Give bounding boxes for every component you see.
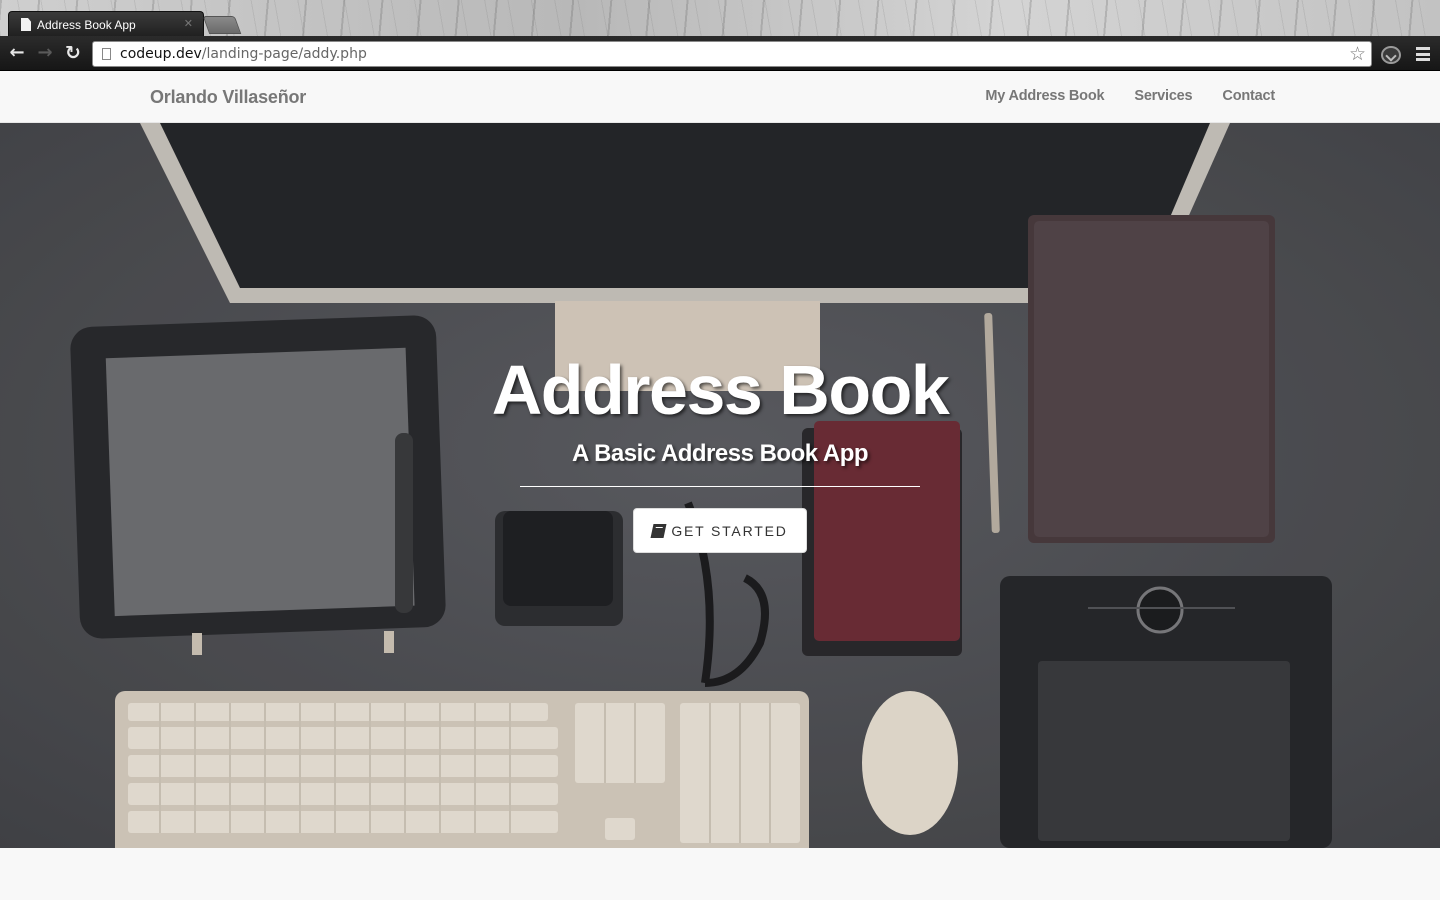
forward-arrow-icon[interactable]: → (34, 42, 56, 64)
new-tab-button[interactable] (202, 16, 242, 34)
nav-link-services[interactable]: Services (1134, 88, 1192, 104)
hero-section: Address Book A Basic Address Book App GE… (0, 123, 1440, 848)
page-icon (21, 18, 31, 31)
extension-icon[interactable] (1381, 46, 1401, 64)
brand-link[interactable]: Orlando Villaseñor (150, 87, 306, 108)
hero-content: Address Book A Basic Address Book App GE… (0, 348, 1440, 553)
url-host: codeup.dev (120, 46, 202, 62)
star-icon[interactable]: ☆ (1349, 43, 1366, 65)
hero-subtitle: A Basic Address Book App (571, 440, 869, 467)
nav-links: My Address Book Services Contact (955, 88, 1275, 104)
book-icon (650, 523, 667, 538)
page-bottom (0, 848, 1440, 900)
site-navbar: Orlando Villaseñor My Address Book Servi… (0, 72, 1440, 123)
page-icon (102, 48, 111, 60)
menu-icon[interactable] (1416, 47, 1430, 61)
url-text[interactable]: codeup.dev/landing-page/addy.php (120, 46, 367, 62)
back-arrow-icon[interactable]: ← (6, 42, 28, 64)
reload-icon[interactable]: ↻ (62, 42, 84, 64)
hero-divider (520, 486, 920, 487)
nav-link-my-address-book[interactable]: My Address Book (985, 88, 1104, 104)
get-started-label: GET STARTED (671, 522, 788, 539)
hero-title: Address Book (491, 351, 950, 429)
tab-strip: Address Book App ✕ (0, 0, 1440, 36)
address-bar[interactable]: codeup.dev/landing-page/addy.php ☆ (92, 41, 1372, 67)
get-started-button[interactable]: GET STARTED (633, 508, 807, 553)
browser-tab[interactable]: Address Book App ✕ (8, 11, 204, 36)
tab-title: Address Book App (37, 17, 136, 32)
url-path: /landing-page/addy.php (201, 46, 367, 62)
tab-close-icon[interactable]: ✕ (184, 17, 193, 30)
browser-toolbar: ← → ↻ codeup.dev/landing-page/addy.php ☆ (0, 36, 1440, 71)
nav-link-contact[interactable]: Contact (1222, 88, 1275, 104)
